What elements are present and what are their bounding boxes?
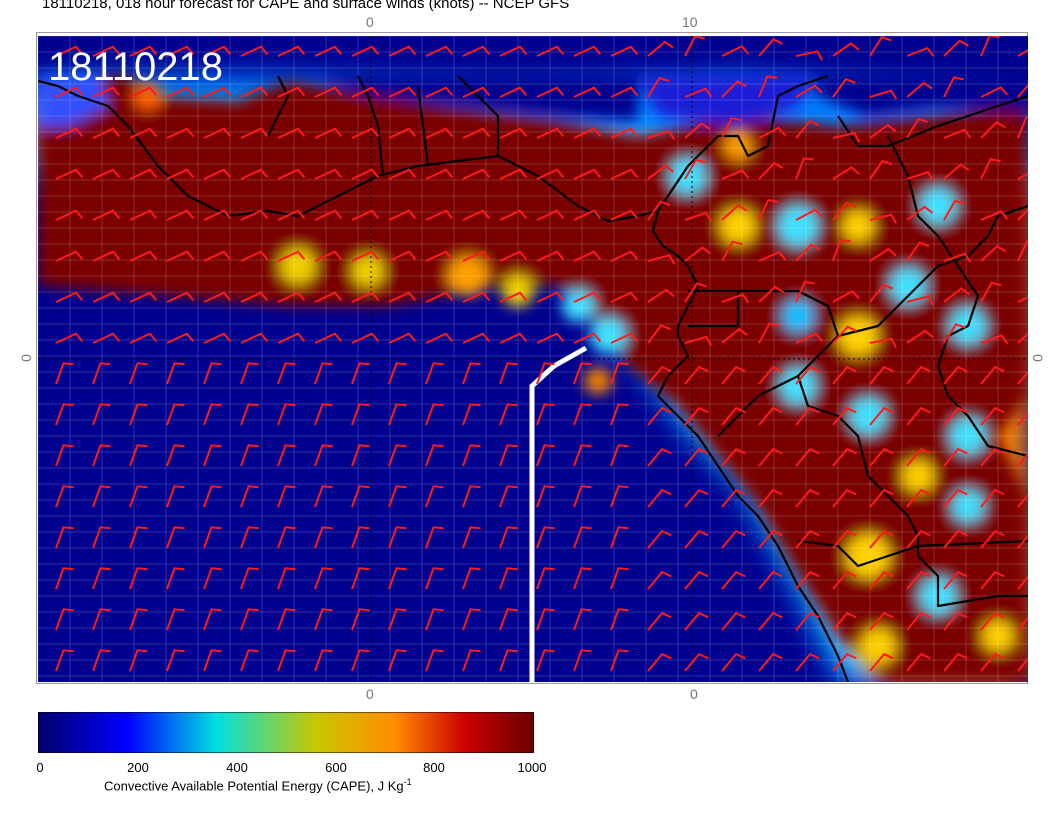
chart-title: 18110218, 018 hour forecast for CAPE and… bbox=[42, 0, 570, 12]
lon-label-bottom-0b: 0 bbox=[690, 686, 698, 702]
colorbar-label-sup: -1 bbox=[403, 777, 412, 787]
colorbar-label: Convective Available Potential Energy (C… bbox=[104, 777, 412, 793]
lon-label-top-0: 0 bbox=[366, 14, 374, 30]
lat-label-left: 0 bbox=[17, 354, 34, 362]
lon-label-top-10: 10 bbox=[682, 14, 698, 30]
colorbar-tick: 600 bbox=[325, 760, 347, 775]
colorbar bbox=[38, 712, 534, 753]
lat-label-right: 0 bbox=[1029, 354, 1046, 362]
colorbar-label-text: Convective Available Potential Energy (C… bbox=[104, 778, 404, 794]
colorbar-tick: 400 bbox=[226, 760, 248, 775]
colorbar-tick: 0 bbox=[36, 760, 44, 775]
cape-map: 18110218 bbox=[38, 36, 1028, 682]
colorbar-tick: 1000 bbox=[517, 760, 547, 775]
colorbar-tick: 200 bbox=[127, 760, 149, 775]
colorbar-tick: 800 bbox=[423, 760, 445, 775]
date-stamp: 18110218 bbox=[48, 45, 223, 89]
lon-label-bottom-0a: 0 bbox=[366, 686, 374, 702]
